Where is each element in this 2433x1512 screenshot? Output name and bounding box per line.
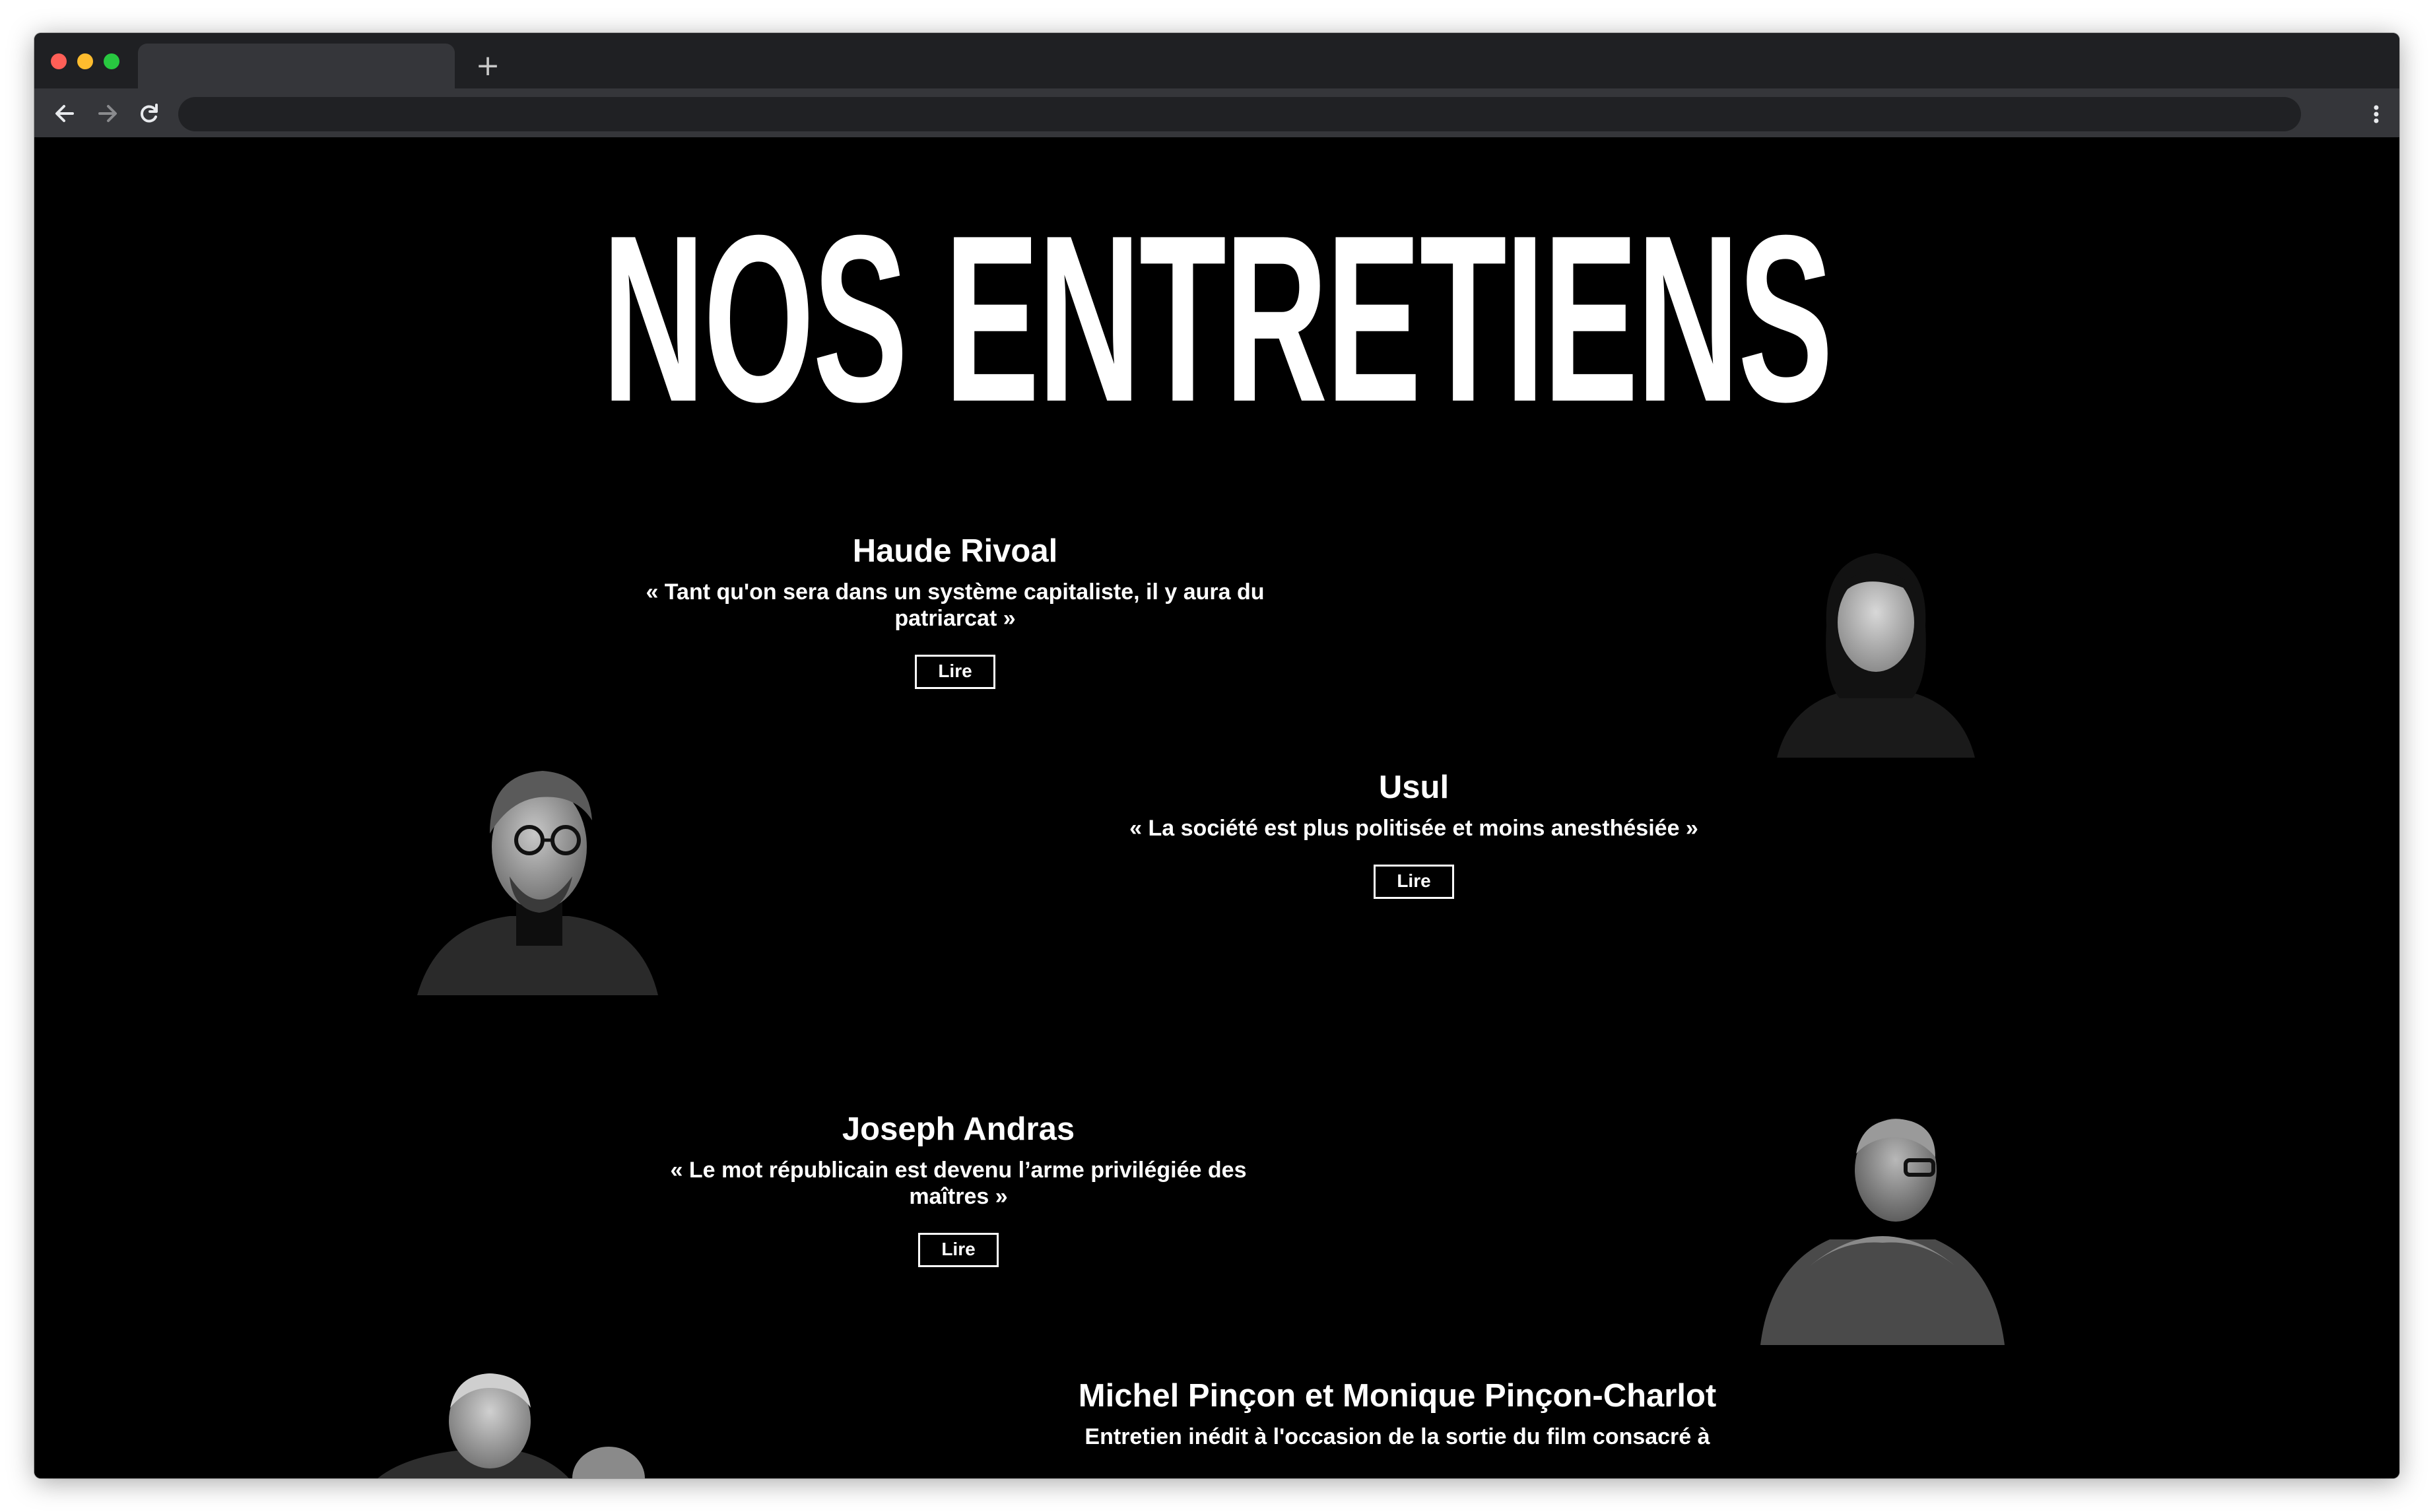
new-tab-button[interactable]: + — [470, 46, 506, 86]
browser-toolbar — [34, 88, 2399, 137]
read-button[interactable]: Lire — [918, 1233, 999, 1267]
reload-icon — [140, 104, 158, 123]
active-tab[interactable] — [138, 44, 455, 88]
back-arrow-icon — [55, 105, 74, 122]
interview-name: Haude Rivoal — [852, 533, 1058, 569]
forward-arrow-icon — [98, 105, 117, 122]
interview-name: Usul — [1378, 770, 1450, 805]
interview-quote: Entretien inédit à l'occasion de la sort… — [1084, 1424, 1710, 1449]
interview-item-haude-rivoal: Haude Rivoal « Tant qu'on sera dans un s… — [642, 531, 1269, 689]
portrait-joseph-andras — [1760, 1119, 2005, 1345]
page-title: NOS ENTRETIENS — [602, 186, 1833, 451]
interview-quote: « Le mot républicain est devenu l’arme p… — [670, 1158, 1247, 1209]
interview-quote: « La société est plus politisée et moins… — [1129, 816, 1698, 841]
portrait-pincon-charlot — [378, 1373, 645, 1478]
forward-button[interactable] — [89, 95, 126, 132]
interview-quote: « Tant qu'on sera dans un système capita… — [646, 579, 1265, 631]
portrait-haude-rivoal — [1777, 553, 1975, 758]
read-button[interactable]: Lire — [1374, 865, 1454, 899]
back-button[interactable] — [46, 95, 83, 132]
browser-menu-button[interactable] — [2363, 96, 2389, 132]
vertical-dots-menu-icon — [2374, 105, 2379, 123]
interview-name: Joseph Andras — [842, 1111, 1075, 1147]
interview-name: Michel Pinçon et Monique Pinçon-Charlot — [1078, 1378, 1717, 1414]
close-window-button[interactable] — [51, 53, 67, 69]
interview-item-usul: Usul « La société est plus politisée et … — [1090, 768, 1737, 899]
interview-item-joseph-andras: Joseph Andras « Le mot républicain est d… — [642, 1109, 1275, 1267]
tab-bar: + — [34, 33, 2399, 88]
portrait-usul — [417, 771, 658, 995]
browser-window: + NOS ENTRETIENS Haude Rivoal « Tant qu'… — [34, 33, 2399, 1478]
page-content: NOS ENTRETIENS Haude Rivoal « Tant qu'on… — [34, 137, 2399, 1478]
minimize-window-button[interactable] — [77, 53, 93, 69]
address-bar[interactable] — [178, 97, 2301, 131]
reload-button[interactable] — [131, 95, 168, 132]
maximize-window-button[interactable] — [104, 53, 119, 69]
interview-item-pincon-charlot: Michel Pinçon et Monique Pinçon-Charlot … — [998, 1376, 1797, 1450]
read-button[interactable]: Lire — [915, 655, 995, 689]
